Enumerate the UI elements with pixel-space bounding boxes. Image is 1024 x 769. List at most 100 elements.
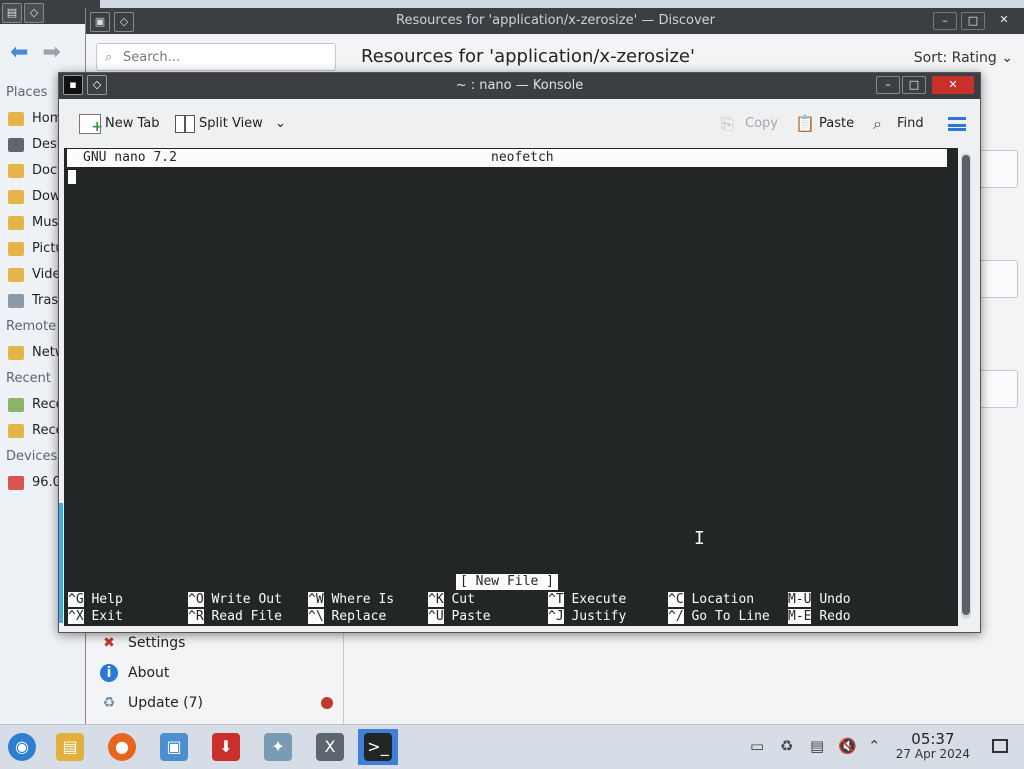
nano-shortcut: ^T Execute xyxy=(548,591,626,608)
nano-shortcut: M-U Undo xyxy=(788,591,851,608)
shortcut-label: Undo xyxy=(819,592,851,607)
shortcut-key: ^R xyxy=(188,609,204,624)
new-tab-label: New Tab xyxy=(105,116,160,131)
discover-minimize-button[interactable]: – xyxy=(933,12,957,30)
discover-search-input[interactable]: ⌕ Search... xyxy=(96,43,336,71)
recent-locations-icon xyxy=(8,424,24,438)
package-tool-button[interactable]: ✦ xyxy=(258,729,298,765)
split-view-button[interactable]: Split View ⌄ xyxy=(175,113,286,135)
network-folder-icon xyxy=(8,346,24,360)
konsole-close-button[interactable]: ✕ xyxy=(932,76,974,94)
terminal-scrollbar[interactable] xyxy=(961,153,971,619)
shortcut-key: ^\ xyxy=(308,609,324,624)
konsole-window: ▪ ◇ ~ : nano — Konsole – □ ✕ + New Tab Sp… xyxy=(58,72,981,633)
discover-window-title: Resources for 'application/x-zerosize' —… xyxy=(396,13,715,28)
nano-status: [ New File ] xyxy=(456,574,558,590)
page-title: Resources for 'application/x-zerosize' xyxy=(361,46,695,67)
dolphin-menu-icon[interactable]: ◇ xyxy=(24,3,44,23)
konsole-titlebar[interactable]: ▪ ◇ ~ : nano — Konsole – □ ✕ xyxy=(59,73,980,99)
scrollbar-thumb[interactable] xyxy=(962,155,970,615)
notes-tray-icon[interactable]: ▤ xyxy=(810,737,824,755)
music-folder-icon xyxy=(8,216,24,230)
settings-icon: ✖ xyxy=(103,635,115,651)
shortcut-label: Write Out xyxy=(211,592,282,607)
paste-icon: 📋 xyxy=(795,113,815,133)
clock-date: 27 Apr 2024 xyxy=(895,747,970,761)
back-arrow-icon[interactable]: ⬅ xyxy=(10,40,28,65)
shortcut-label: Where Is xyxy=(331,592,395,607)
new-tab-button[interactable]: + New Tab xyxy=(79,113,160,135)
trash-icon xyxy=(8,294,24,308)
sort-dropdown[interactable]: Sort: Rating ⌄ xyxy=(914,50,1013,66)
new-tab-icon: + xyxy=(79,113,103,134)
shortcut-label: Go To Line xyxy=(691,609,770,624)
konsole-maximize-button[interactable]: □ xyxy=(902,76,926,94)
shortcut-label: Cut xyxy=(451,592,475,607)
sidebar-item-update[interactable]: ♻ Update (7) xyxy=(86,688,343,718)
find-label: Find xyxy=(897,116,924,131)
discover-close-button[interactable]: ✕ xyxy=(993,12,1015,28)
x-app-icon: X xyxy=(316,733,344,761)
focus-edge xyxy=(59,503,63,623)
konsole-minimize-button[interactable]: – xyxy=(876,76,900,94)
nano-shortcut: ^U Paste xyxy=(428,608,491,625)
chevron-down-icon[interactable]: ⌄ xyxy=(275,116,286,131)
shortcut-label: Read File xyxy=(211,609,282,624)
resource-card[interactable] xyxy=(976,260,1018,298)
sidebar-item-label: About xyxy=(128,665,170,681)
updates-tray-icon[interactable]: ♻ xyxy=(780,737,793,755)
konsole-button[interactable]: >_ xyxy=(358,729,398,765)
shortcut-key: ^K xyxy=(428,592,444,607)
file-manager-button[interactable]: ▤ xyxy=(50,729,90,765)
discover-icon: ⬇ xyxy=(212,733,240,761)
home-folder-icon xyxy=(8,112,24,126)
shortcut-label: Location xyxy=(691,592,755,607)
find-button[interactable]: ⌕ Find xyxy=(873,113,924,135)
sidebar-item-label: Settings xyxy=(128,635,186,651)
chevron-down-icon: ⌄ xyxy=(1001,50,1013,66)
terminal-area[interactable]: GNU nano 7.2 neofetch [ New File ] ^G He… xyxy=(64,148,958,626)
konsole-app-icon[interactable]: ▪ xyxy=(63,75,83,95)
hamburger-menu-icon[interactable] xyxy=(948,117,966,131)
videos-folder-icon xyxy=(8,268,24,282)
resource-card[interactable] xyxy=(976,370,1018,408)
discover-titlebar[interactable]: ▣ ◇ Resources for 'application/x-zerosiz… xyxy=(86,8,1024,34)
firefox-button[interactable]: ● xyxy=(102,729,142,765)
discover-button[interactable]: ⬇ xyxy=(206,729,246,765)
discover-menu-icon[interactable]: ◇ xyxy=(114,12,134,32)
shortcut-key: M-U xyxy=(788,592,812,607)
chevron-up-icon[interactable]: ⌃ xyxy=(868,737,881,755)
konsole-menu-icon[interactable]: ◇ xyxy=(87,75,107,95)
start-menu-icon: ◉ xyxy=(8,733,36,761)
search-icon: ⌕ xyxy=(873,113,882,133)
clipboard-tray-icon[interactable]: ▭ xyxy=(750,737,764,755)
places-item-label: 96.0 xyxy=(32,475,61,490)
resource-card[interactable] xyxy=(976,150,1018,188)
sidebar-item-about[interactable]: i About xyxy=(86,658,343,688)
nano-shortcut: ^R Read File xyxy=(188,608,282,625)
clock[interactable]: 05:37 27 Apr 2024 xyxy=(896,731,970,761)
paste-button[interactable]: 📋 Paste xyxy=(795,113,854,135)
system-settings-button[interactable]: ▣ xyxy=(154,729,194,765)
nano-shortcut: ^G Help xyxy=(68,591,123,608)
discover-app-icon[interactable]: ▣ xyxy=(90,12,110,32)
start-menu-button[interactable]: ◉ xyxy=(2,729,42,765)
update-icon: ♻ xyxy=(102,695,116,711)
split-view-icon xyxy=(175,114,195,133)
shortcut-key: ^C xyxy=(668,592,684,607)
volume-muted-icon[interactable]: 🔇 xyxy=(838,737,857,755)
firefox-icon: ● xyxy=(108,733,136,761)
discover-maximize-button[interactable]: □ xyxy=(961,12,985,30)
nano-shortcut: M-E Redo xyxy=(788,608,851,625)
shortcut-key: ^/ xyxy=(668,609,684,624)
discover-sidebar: ✖ Settings i About ♻ Update (7) xyxy=(86,628,343,718)
drive-icon xyxy=(8,476,24,490)
copy-button[interactable]: ⎘ Copy xyxy=(721,113,778,135)
x-app-button[interactable]: X xyxy=(310,729,350,765)
nano-version: GNU nano 7.2 xyxy=(83,150,177,165)
dolphin-app-icon[interactable]: ▤ xyxy=(2,3,22,23)
forward-arrow-icon[interactable]: ➡ xyxy=(42,40,60,65)
show-desktop-button[interactable] xyxy=(992,739,1008,753)
downloads-folder-icon xyxy=(8,190,24,204)
konsole-window-title: ~ : nano — Konsole xyxy=(455,78,584,93)
